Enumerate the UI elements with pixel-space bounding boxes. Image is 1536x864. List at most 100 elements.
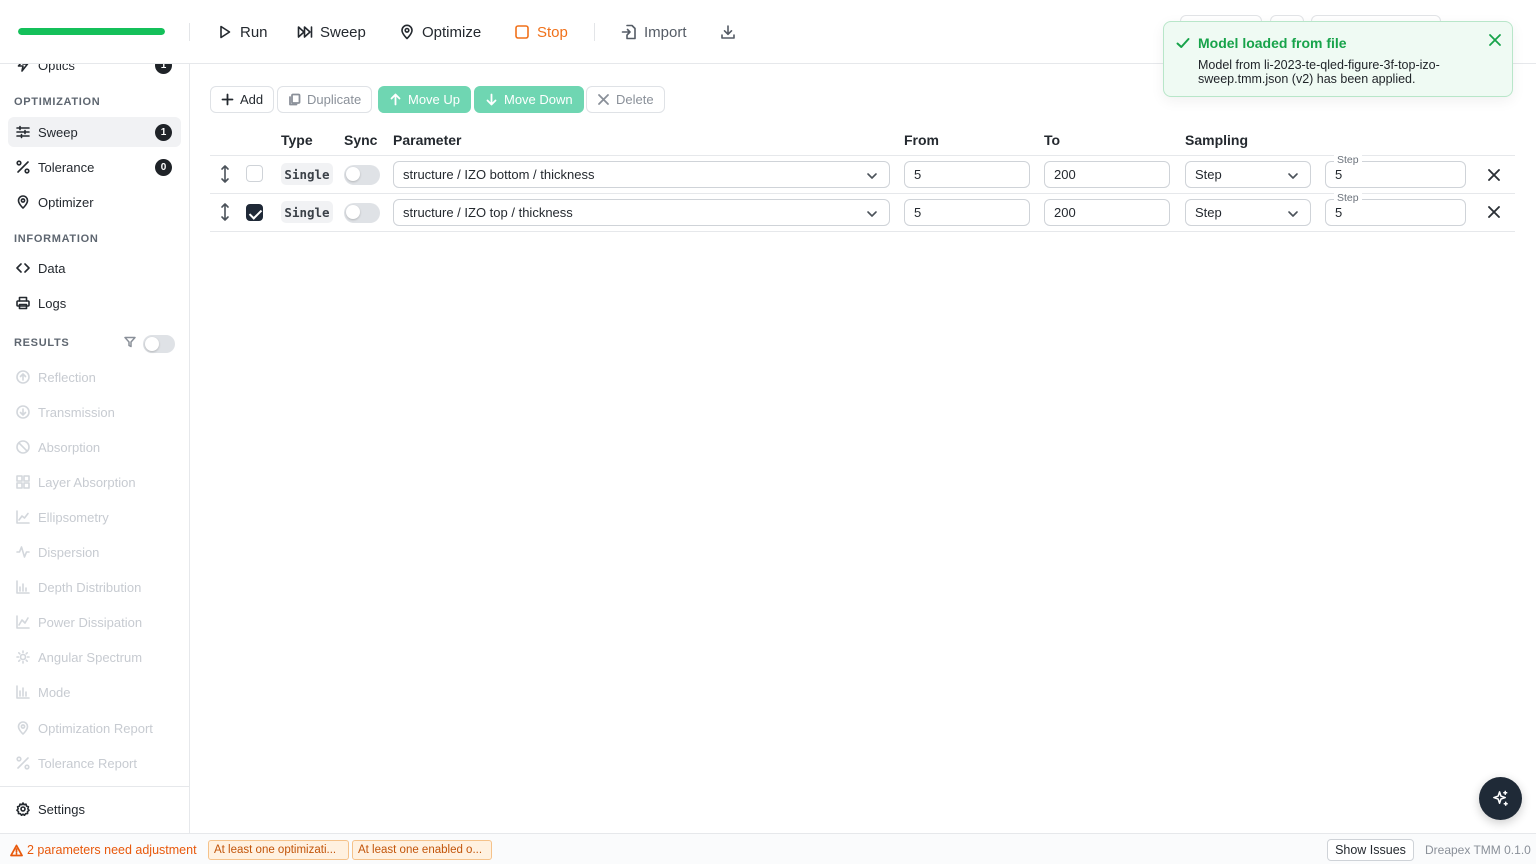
from-input[interactable]: 5 (904, 199, 1030, 226)
sidebar-item-data[interactable]: Data (8, 253, 181, 283)
sidebar-item-dispersion[interactable]: Dispersion (8, 537, 181, 567)
sidebar-item-optimizer[interactable]: Optimizer (8, 187, 181, 217)
sampling-select[interactable]: Step (1185, 161, 1311, 188)
move-up-button[interactable]: Move Up (378, 86, 472, 113)
sampling-value: Step (1195, 167, 1222, 182)
row-select-checkbox[interactable] (246, 204, 263, 221)
step-label: Step (1334, 154, 1362, 166)
duplicate-button[interactable]: Duplicate (277, 86, 373, 113)
run-progress-bar (18, 28, 165, 35)
sidebar-item-power-dissipation[interactable]: Power Dissipation (8, 607, 181, 637)
table-divider (210, 193, 1515, 194)
optimize-label: Optimize (422, 23, 482, 41)
to-input[interactable]: 200 (1044, 199, 1170, 226)
sidebar-item-absorption[interactable]: Absorption (8, 432, 181, 462)
import-button[interactable]: Import (621, 20, 687, 44)
sidebar-item-optics[interactable]: Optics 1 (8, 64, 181, 80)
sidebar-item-label: Logs (38, 295, 67, 311)
sidebar-item-label: Depth Distribution (38, 579, 142, 595)
sidebar-item-label: Reflection (38, 369, 96, 385)
sidebar-item-ellipsometry[interactable]: Ellipsometry (8, 502, 181, 532)
move-down-button[interactable]: Move Down (474, 86, 584, 113)
sweep-button[interactable]: Sweep (297, 20, 366, 44)
add-button[interactable]: Add (210, 86, 275, 113)
sparkles-icon (1493, 790, 1508, 806)
sidebar-item-optimization-report[interactable]: Optimization Report (8, 713, 181, 743)
sidebar-item-sweep[interactable]: Sweep 1 (8, 117, 181, 147)
status-bar: 2 parameters need adjustment At least on… (0, 833, 1536, 864)
sidebar-item-logs[interactable]: Logs (8, 288, 181, 318)
warning-summary[interactable]: 2 parameters need adjustment (10, 843, 197, 857)
chevron-down-icon (1288, 173, 1298, 179)
sidebar-item-label: Optimization Report (38, 720, 153, 736)
sync-toggle[interactable] (344, 203, 380, 223)
sidebar-item-label: Optimizer (38, 194, 94, 210)
issue-chip[interactable]: At least one optimizati... (208, 840, 349, 860)
export-download-button[interactable] (720, 20, 736, 44)
stop-square-icon (515, 25, 529, 39)
duplicate-label: Duplicate (307, 92, 362, 107)
sidebar-item-settings[interactable]: Settings (8, 794, 181, 824)
sidebar-item-transmission[interactable]: Transmission (8, 397, 181, 427)
step-input[interactable]: Step 5 (1325, 192, 1466, 226)
run-button[interactable]: Run (217, 20, 268, 44)
area-chart-icon (16, 615, 30, 629)
run-label: Run (240, 23, 268, 41)
parameter-select[interactable]: structure / IZO top / thickness (393, 199, 890, 226)
remove-row-button[interactable] (1487, 205, 1501, 219)
drag-handle-icon[interactable] (217, 202, 233, 222)
from-value: 5 (914, 205, 922, 220)
remove-row-button[interactable] (1487, 168, 1501, 182)
to-input[interactable]: 200 (1044, 161, 1170, 188)
toolbar-divider (189, 23, 190, 41)
toast-title: Model loaded from file (1198, 35, 1347, 51)
sidebar-item-tolerance[interactable]: Tolerance 0 (8, 152, 181, 182)
sidebar-item-tolerance-report[interactable]: Tolerance Report (8, 748, 181, 778)
show-issues-button[interactable]: Show Issues (1327, 839, 1414, 861)
map-pin-icon (401, 24, 413, 40)
issue-chip[interactable]: At least one enabled o... (352, 840, 492, 860)
sidebar-item-mode[interactable]: Mode (8, 677, 181, 707)
parameter-select[interactable]: structure / IZO bottom / thickness (393, 161, 890, 188)
sidebar-item-label: Power Dissipation (38, 614, 143, 630)
sidebar-item-label: Settings (38, 801, 85, 817)
type-tag: Single (281, 201, 333, 223)
percent-icon (16, 756, 30, 770)
gear-icon (16, 802, 30, 816)
ai-assistant-button[interactable] (1479, 777, 1522, 820)
toast-close-button[interactable] (1488, 33, 1502, 47)
sync-toggle[interactable] (344, 165, 380, 185)
skip-forward-icon (297, 26, 313, 38)
count-badge: 1 (155, 124, 172, 141)
bar-chart-icon (16, 685, 30, 699)
close-icon (1489, 34, 1501, 46)
sidebar-item-angular-spectrum[interactable]: Angular Spectrum (8, 642, 181, 672)
file-import-icon (621, 24, 636, 40)
results-filter-toggle[interactable] (143, 335, 175, 353)
sidebar-divider (0, 786, 189, 787)
optimize-button[interactable]: Optimize (399, 20, 481, 44)
arrow-down-circle-icon (16, 405, 30, 419)
check-icon (1175, 35, 1191, 51)
close-icon (1488, 206, 1500, 218)
arrow-up-icon (390, 93, 401, 106)
sidebar-item-layer-absorption[interactable]: Layer Absorption (8, 467, 181, 497)
sidebar-item-label: Tolerance Report (38, 755, 137, 771)
import-label: Import (644, 23, 687, 41)
column-header-type: Type (281, 132, 313, 148)
from-input[interactable]: 5 (904, 161, 1030, 188)
row-select-checkbox[interactable] (246, 165, 263, 182)
run-progress-fill (18, 28, 165, 35)
filter-icon[interactable] (124, 336, 136, 348)
sidebar-item-label: Optics (38, 64, 75, 73)
delete-button[interactable]: Delete (586, 86, 665, 113)
parameter-value: structure / IZO bottom / thickness (403, 167, 595, 182)
sidebar-item-depth-distribution[interactable]: Depth Distribution (8, 572, 181, 602)
sampling-select[interactable]: Step (1185, 199, 1311, 226)
sidebar-item-reflection[interactable]: Reflection (8, 362, 181, 392)
drag-handle-icon[interactable] (217, 164, 233, 184)
step-input[interactable]: Step 5 (1325, 154, 1466, 188)
sliders-icon (16, 125, 30, 139)
code-icon (16, 263, 30, 273)
stop-button[interactable]: Stop (514, 20, 568, 44)
